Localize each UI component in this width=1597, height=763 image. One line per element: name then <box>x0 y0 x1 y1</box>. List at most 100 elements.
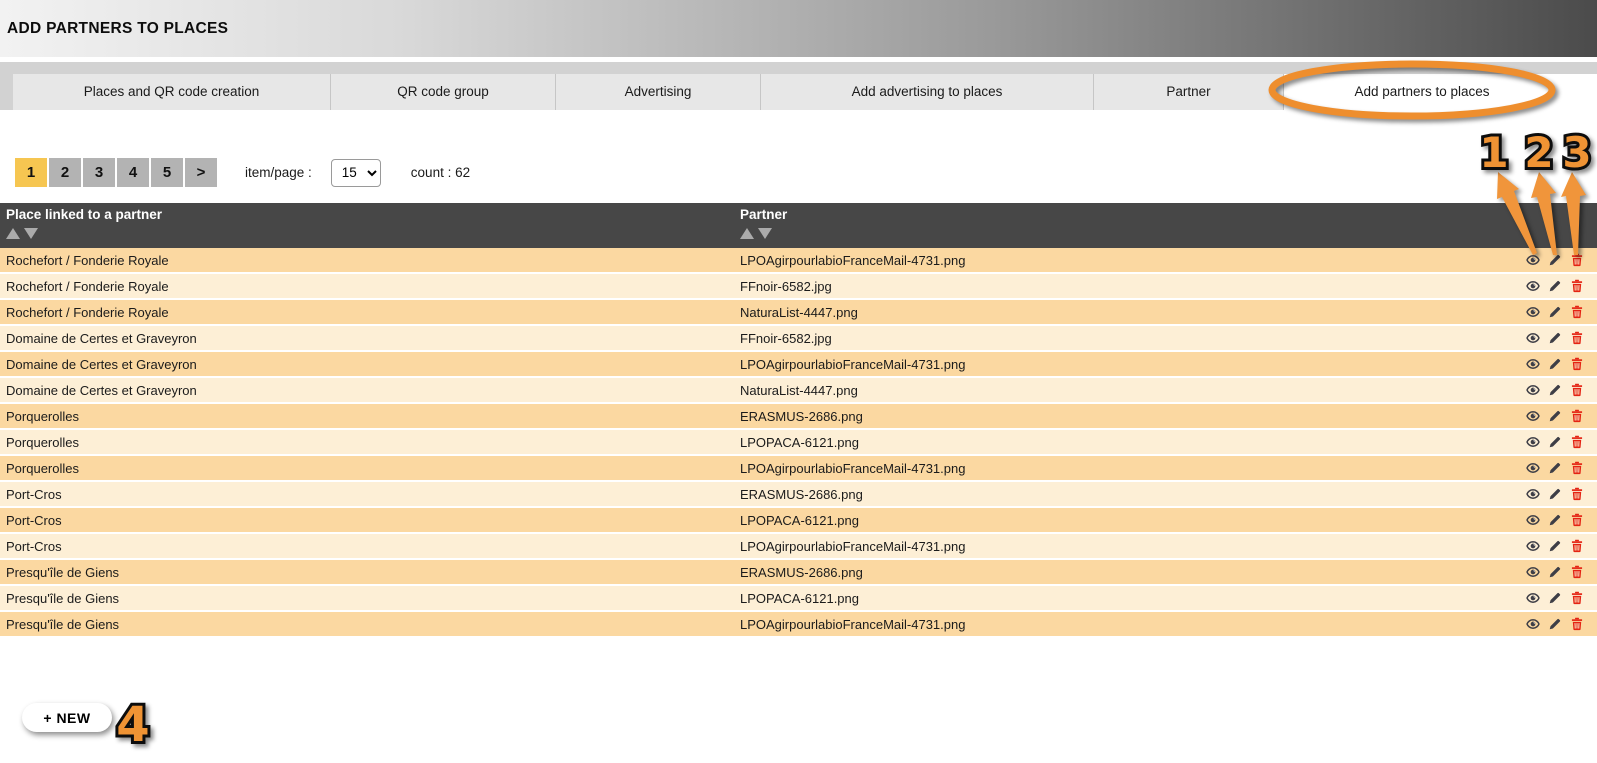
place-cell: Porquerolles <box>0 461 740 476</box>
trash-icon[interactable] <box>1570 513 1584 527</box>
pencil-icon[interactable] <box>1548 617 1562 631</box>
trash-icon[interactable] <box>1570 253 1584 267</box>
row-actions <box>1526 513 1597 527</box>
trash-icon[interactable] <box>1570 539 1584 553</box>
items-per-page-select[interactable]: 15 <box>331 159 381 187</box>
eye-icon[interactable] <box>1526 513 1540 527</box>
pencil-icon[interactable] <box>1548 305 1562 319</box>
trash-icon[interactable] <box>1570 279 1584 293</box>
sort-descending-icon[interactable] <box>758 228 772 239</box>
trash-icon[interactable] <box>1570 461 1584 475</box>
tab-item-1[interactable]: QR code group <box>330 74 555 110</box>
pencil-icon[interactable] <box>1548 357 1562 371</box>
partner-cell: LPOAgirpourlabioFranceMail-4731.png <box>740 617 1526 632</box>
pencil-icon[interactable] <box>1548 383 1562 397</box>
eye-icon[interactable] <box>1526 383 1540 397</box>
sort-ascending-icon[interactable] <box>740 228 754 239</box>
place-cell: Port-Cros <box>0 513 740 528</box>
partner-cell: LPOAgirpourlabioFranceMail-4731.png <box>740 253 1526 268</box>
pencil-icon[interactable] <box>1548 513 1562 527</box>
eye-icon[interactable] <box>1526 409 1540 423</box>
trash-icon[interactable] <box>1570 409 1584 423</box>
pagination-bar: 12345> item/page : 15 count : 62 <box>15 158 1597 187</box>
table-row: Presqu'île de Giens ERASMUS-2686.png <box>0 560 1597 586</box>
sort-ascending-icon[interactable] <box>6 228 20 239</box>
eye-icon[interactable] <box>1526 617 1540 631</box>
sort-descending-icon[interactable] <box>24 228 38 239</box>
partner-cell: FFnoir-6582.jpg <box>740 279 1526 294</box>
trash-icon[interactable] <box>1570 305 1584 319</box>
partner-cell: NaturaList-4447.png <box>740 383 1526 398</box>
tab-item-5[interactable]: Add partners to places <box>1283 74 1560 110</box>
tab-item-0[interactable]: Places and QR code creation <box>13 74 330 110</box>
pencil-icon[interactable] <box>1548 565 1562 579</box>
trash-icon[interactable] <box>1570 383 1584 397</box>
pencil-icon[interactable] <box>1548 253 1562 267</box>
count-label: count : 62 <box>411 165 470 180</box>
trash-icon[interactable] <box>1570 617 1584 631</box>
pencil-icon[interactable] <box>1548 331 1562 345</box>
tab-item-4[interactable]: Partner <box>1093 74 1283 110</box>
trash-icon[interactable] <box>1570 435 1584 449</box>
trash-icon[interactable] <box>1570 565 1584 579</box>
pencil-icon[interactable] <box>1548 435 1562 449</box>
table-row: Porquerolles LPOPACA-6121.png <box>0 430 1597 456</box>
page-button[interactable]: 2 <box>49 158 81 187</box>
pencil-icon[interactable] <box>1548 487 1562 501</box>
eye-icon[interactable] <box>1526 487 1540 501</box>
trash-icon[interactable] <box>1570 591 1584 605</box>
partner-cell: ERASMUS-2686.png <box>740 565 1526 580</box>
place-cell: Domaine de Certes et Graveyron <box>0 331 740 346</box>
place-cell: Rochefort / Fonderie Royale <box>0 279 740 294</box>
row-actions <box>1526 591 1597 605</box>
place-cell: Port-Cros <box>0 539 740 554</box>
trash-icon[interactable] <box>1570 487 1584 501</box>
eye-icon[interactable] <box>1526 435 1540 449</box>
partner-cell: LPOPACA-6121.png <box>740 435 1526 450</box>
page-button[interactable]: 4 <box>117 158 149 187</box>
table-row: Rochefort / Fonderie Royale LPOAgirpourl… <box>0 248 1597 274</box>
pencil-icon[interactable] <box>1548 409 1562 423</box>
row-actions <box>1526 565 1597 579</box>
place-cell: Porquerolles <box>0 409 740 424</box>
pencil-icon[interactable] <box>1548 539 1562 553</box>
place-cell: Presqu'île de Giens <box>0 617 740 632</box>
header-bar: ADD PARTNERS TO PLACES <box>0 0 1597 57</box>
place-cell: Presqu'île de Giens <box>0 591 740 606</box>
page-button[interactable]: 1 <box>15 158 47 187</box>
eye-icon[interactable] <box>1526 331 1540 345</box>
table-row: Domaine de Certes et Graveyron LPOAgirpo… <box>0 352 1597 378</box>
annotation-number-4: 4 <box>116 697 149 753</box>
row-actions <box>1526 617 1597 631</box>
partner-cell: LPOPACA-6121.png <box>740 591 1526 606</box>
pencil-icon[interactable] <box>1548 461 1562 475</box>
table-row: Rochefort / Fonderie Royale FFnoir-6582.… <box>0 274 1597 300</box>
page-button[interactable]: 5 <box>151 158 183 187</box>
table-row: Porquerolles ERASMUS-2686.png <box>0 404 1597 430</box>
row-actions <box>1526 435 1597 449</box>
page-title: ADD PARTNERS TO PLACES <box>7 20 228 38</box>
eye-icon[interactable] <box>1526 253 1540 267</box>
trash-icon[interactable] <box>1570 357 1584 371</box>
page-button[interactable]: 3 <box>83 158 115 187</box>
tab-item-3[interactable]: Add advertising to places <box>760 74 1093 110</box>
pencil-icon[interactable] <box>1548 279 1562 293</box>
next-page-button[interactable]: > <box>185 158 217 187</box>
eye-icon[interactable] <box>1526 279 1540 293</box>
eye-icon[interactable] <box>1526 539 1540 553</box>
pencil-icon[interactable] <box>1548 591 1562 605</box>
eye-icon[interactable] <box>1526 461 1540 475</box>
eye-icon[interactable] <box>1526 305 1540 319</box>
place-cell: Presqu'île de Giens <box>0 565 740 580</box>
row-actions <box>1526 461 1597 475</box>
place-cell: Rochefort / Fonderie Royale <box>0 305 740 320</box>
table-row: Domaine de Certes et Graveyron NaturaLis… <box>0 378 1597 404</box>
new-button[interactable]: + NEW <box>22 703 112 732</box>
trash-icon[interactable] <box>1570 331 1584 345</box>
partner-cell: ERASMUS-2686.png <box>740 409 1526 424</box>
eye-icon[interactable] <box>1526 565 1540 579</box>
eye-icon[interactable] <box>1526 357 1540 371</box>
partner-cell: ERASMUS-2686.png <box>740 487 1526 502</box>
tab-item-2[interactable]: Advertising <box>555 74 760 110</box>
eye-icon[interactable] <box>1526 591 1540 605</box>
